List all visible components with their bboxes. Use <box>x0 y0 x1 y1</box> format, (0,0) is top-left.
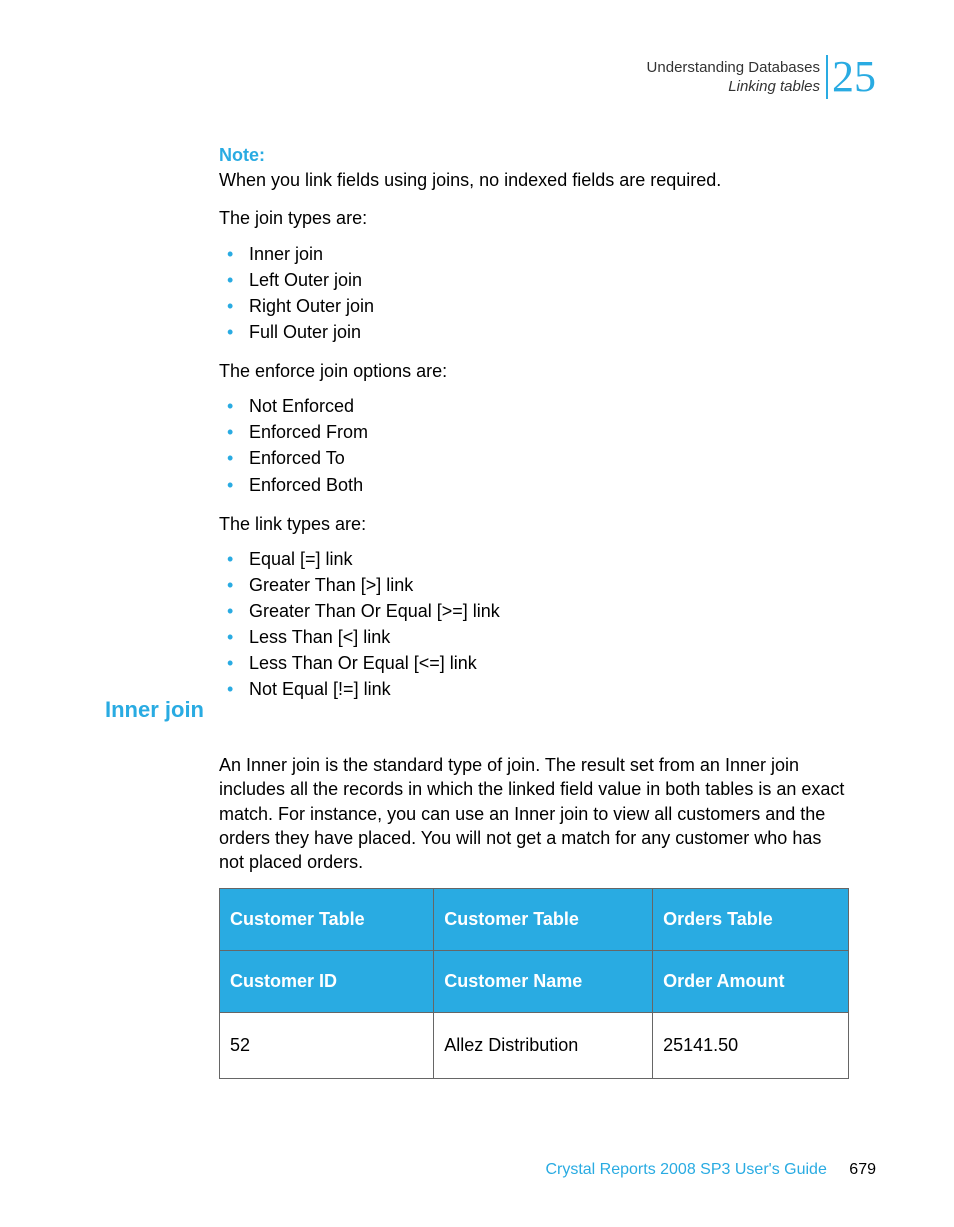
list-item: Not Equal [!=] link <box>219 676 849 702</box>
table-cell: Allez Distribution <box>434 1013 653 1079</box>
list-item: Less Than Or Equal [<=] link <box>219 650 849 676</box>
page-footer: Crystal Reports 2008 SP3 User's Guide 67… <box>545 1161 876 1179</box>
table-header-cell: Customer Name <box>434 951 653 1013</box>
list-item: Enforced From <box>219 419 849 445</box>
footer-title: Crystal Reports 2008 SP3 User's Guide <box>545 1161 826 1178</box>
table-header-cell: Orders Table <box>653 889 849 951</box>
header-subtitle: Linking tables <box>647 77 820 97</box>
table-header-row: Customer ID Customer Name Order Amount <box>220 951 849 1013</box>
list-item: Inner join <box>219 241 849 267</box>
section-heading: Inner join <box>105 697 204 723</box>
link-types-list: Equal [=] link Greater Than [>] link Gre… <box>219 546 849 703</box>
list-item: Equal [=] link <box>219 546 849 572</box>
page-header: Understanding Databases Linking tables 2… <box>647 55 876 99</box>
link-types-intro: The link types are: <box>219 512 849 536</box>
list-item: Greater Than [>] link <box>219 572 849 598</box>
header-title: Understanding Databases <box>647 58 820 78</box>
table-header-cell: Customer Table <box>434 889 653 951</box>
enforce-intro: The enforce join options are: <box>219 359 849 383</box>
table-header-cell: Order Amount <box>653 951 849 1013</box>
table-cell: 25141.50 <box>653 1013 849 1079</box>
footer-page-number: 679 <box>849 1161 876 1178</box>
note-text: When you link fields using joins, no ind… <box>219 168 849 192</box>
table-header-cell: Customer ID <box>220 951 434 1013</box>
list-item: Greater Than Or Equal [>=] link <box>219 598 849 624</box>
note-label: Note: <box>219 145 849 166</box>
list-item: Less Than [<] link <box>219 624 849 650</box>
list-item: Enforced Both <box>219 472 849 498</box>
table-header-cell: Customer Table <box>220 889 434 951</box>
table-header-row: Customer Table Customer Table Orders Tab… <box>220 889 849 951</box>
list-item: Full Outer join <box>219 319 849 345</box>
inner-join-content: An Inner join is the standard type of jo… <box>219 753 849 1079</box>
header-text: Understanding Databases Linking tables <box>647 58 820 97</box>
main-content: Note: When you link fields using joins, … <box>219 145 849 717</box>
join-types-intro: The join types are: <box>219 206 849 230</box>
list-item: Left Outer join <box>219 267 849 293</box>
chapter-number: 25 <box>826 55 876 99</box>
enforce-options-list: Not Enforced Enforced From Enforced To E… <box>219 393 849 497</box>
table-cell: 52 <box>220 1013 434 1079</box>
table-row: 52 Allez Distribution 25141.50 <box>220 1013 849 1079</box>
list-item: Right Outer join <box>219 293 849 319</box>
list-item: Not Enforced <box>219 393 849 419</box>
inner-join-paragraph: An Inner join is the standard type of jo… <box>219 753 849 874</box>
join-example-table: Customer Table Customer Table Orders Tab… <box>219 888 849 1079</box>
list-item: Enforced To <box>219 445 849 471</box>
join-types-list: Inner join Left Outer join Right Outer j… <box>219 241 849 345</box>
